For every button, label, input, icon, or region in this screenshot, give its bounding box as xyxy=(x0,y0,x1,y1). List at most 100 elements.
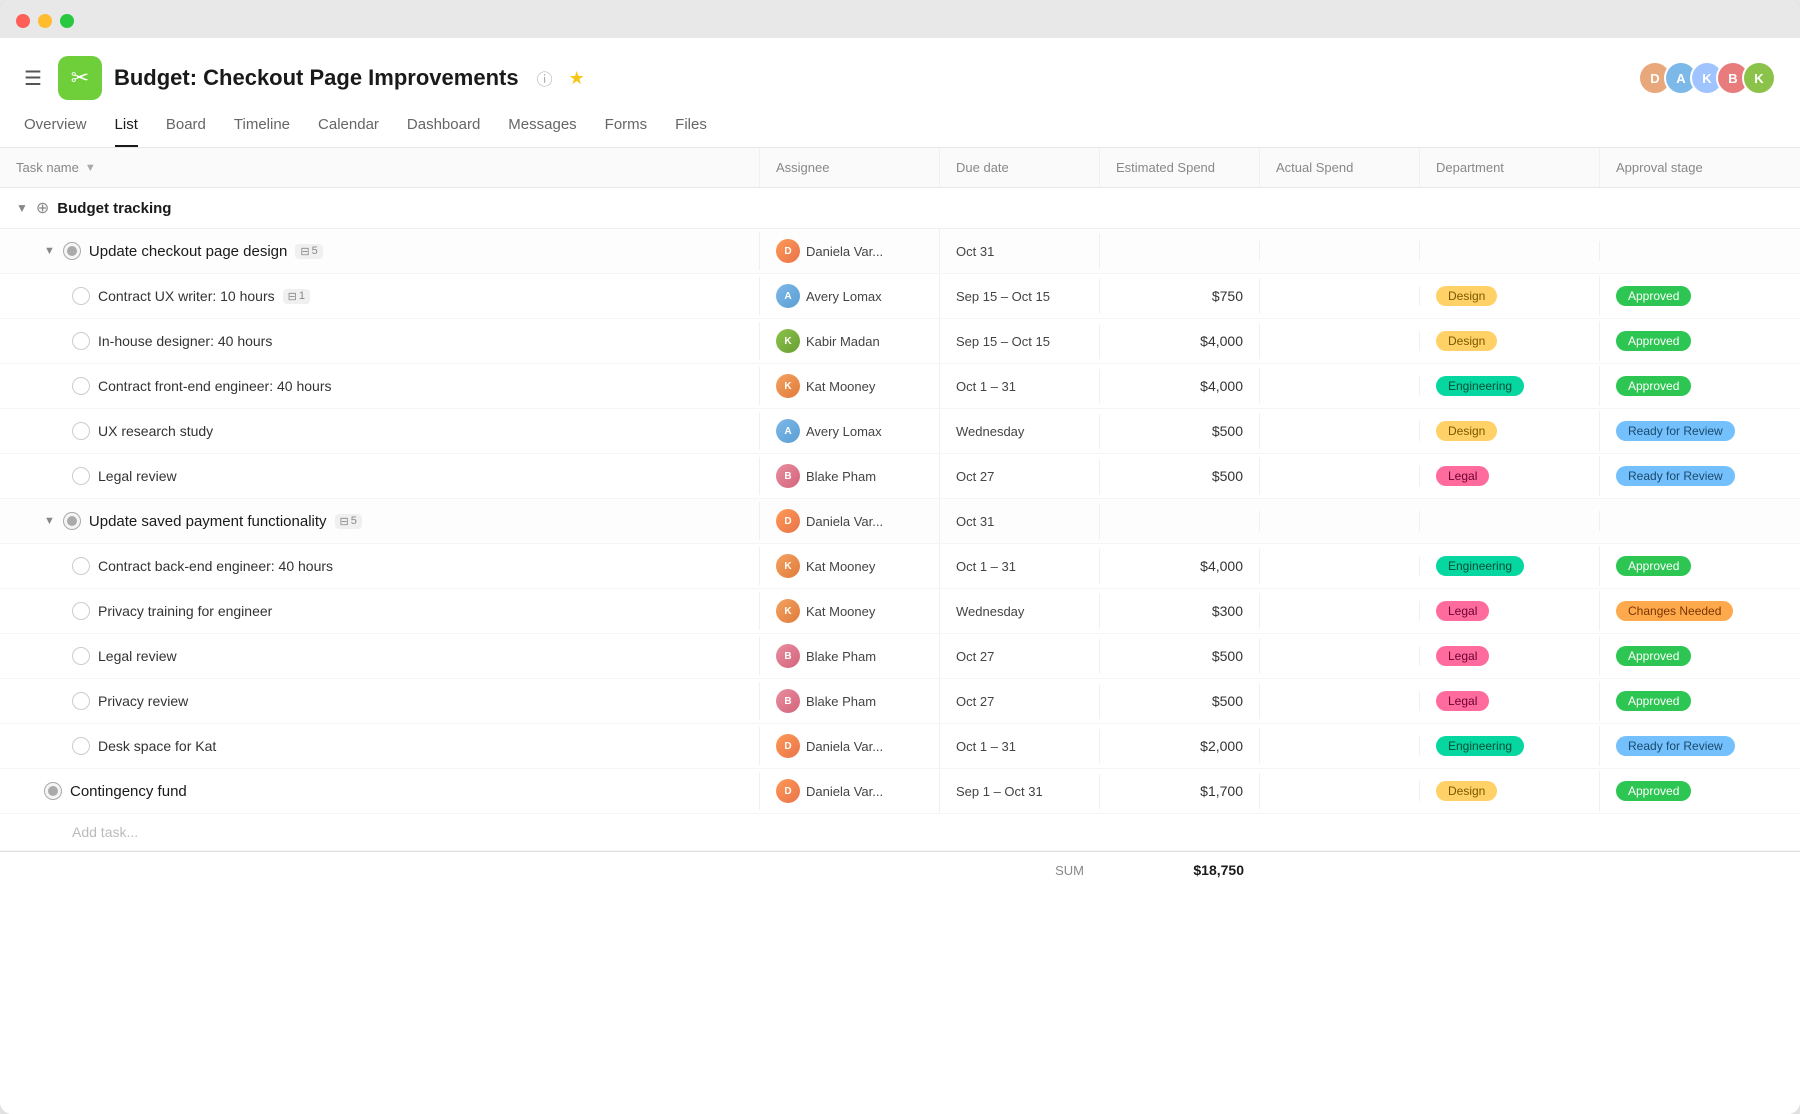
approval-cell: Ready for Review xyxy=(1600,456,1800,496)
table-row: Contract front-end engineer: 40 hours K … xyxy=(0,364,1800,409)
approval-badge: Ready for Review xyxy=(1616,421,1735,441)
group-row-update-payment: ▼ Update saved payment functionality ⊟ 5… xyxy=(0,499,1800,544)
task-check[interactable] xyxy=(72,422,90,440)
group-chevron-icon[interactable]: ▼ xyxy=(44,245,55,257)
task-name-text: Contract back-end engineer: 40 hours xyxy=(98,558,333,574)
avatar: K xyxy=(776,374,800,398)
group-name-text: Update saved payment functionality xyxy=(89,513,327,530)
chevron-down-icon[interactable]: ▼ xyxy=(85,162,96,174)
estimated-spend-cell: $4,000 xyxy=(1100,323,1260,359)
avatar: A xyxy=(776,419,800,443)
avatar: K xyxy=(1742,61,1776,95)
assignee-name: Kat Mooney xyxy=(806,604,875,619)
due-date-cell: Oct 1 – 31 xyxy=(940,369,1100,404)
assignee-cell: K Kabir Madan xyxy=(760,319,940,363)
main-content: Task name ▼ Assignee Due date Estimated … xyxy=(0,148,1800,1114)
group-chevron-icon[interactable]: ▼ xyxy=(44,515,55,527)
estimated-spend-cell: $4,000 xyxy=(1100,368,1260,404)
assignee-cell: D Daniela Var... xyxy=(760,724,940,768)
assignee: B Blake Pham xyxy=(776,644,876,668)
assignee: A Avery Lomax xyxy=(776,419,882,443)
task-check[interactable] xyxy=(72,647,90,665)
tab-dashboard[interactable]: Dashboard xyxy=(407,116,480,147)
section-chevron-icon[interactable]: ▼ xyxy=(16,201,28,215)
subtask-badge: ⊟ 5 xyxy=(335,514,362,529)
approval-badge: Approved xyxy=(1616,646,1691,666)
subtask-count: 5 xyxy=(351,515,357,527)
dept-badge: Design xyxy=(1436,421,1497,441)
table-container: Task name ▼ Assignee Due date Estimated … xyxy=(0,148,1800,888)
due-date: Oct 1 – 31 xyxy=(956,559,1016,574)
estimated-spend-cell: $500 xyxy=(1100,458,1260,494)
task-check[interactable] xyxy=(72,557,90,575)
dept-badge: Engineering xyxy=(1436,376,1524,396)
tab-overview[interactable]: Overview xyxy=(24,116,87,147)
info-icon[interactable]: ⓘ xyxy=(537,66,553,90)
tab-calendar[interactable]: Calendar xyxy=(318,116,379,147)
dept-badge: Design xyxy=(1436,331,1497,351)
department-cell: Engineering xyxy=(1420,546,1600,586)
due-date: Wednesday xyxy=(956,604,1024,619)
assignee: D Daniela Var... xyxy=(776,734,883,758)
dept-badge: Legal xyxy=(1436,601,1489,621)
approval-badge: Ready for Review xyxy=(1616,466,1735,486)
col-assignee: Assignee xyxy=(760,148,940,187)
approval-cell: Ready for Review xyxy=(1600,411,1800,451)
approval-cell: Approved xyxy=(1600,546,1800,586)
group-assignee-cell: D Daniela Var... xyxy=(760,229,940,273)
tab-timeline[interactable]: Timeline xyxy=(234,116,290,147)
task-name-text: UX research study xyxy=(98,423,213,439)
approval-badge: Changes Needed xyxy=(1616,601,1733,621)
assignee-cell: B Blake Pham xyxy=(760,454,940,498)
task-name-cell: Contract UX writer: 10 hours ⊟ 1 xyxy=(0,277,760,315)
close-button[interactable] xyxy=(16,14,30,28)
task-check[interactable] xyxy=(72,377,90,395)
task-name-text: Legal review xyxy=(98,648,177,664)
tab-messages[interactable]: Messages xyxy=(508,116,576,147)
task-check[interactable] xyxy=(72,737,90,755)
task-name-text: Legal review xyxy=(98,468,177,484)
task-check[interactable] xyxy=(72,602,90,620)
task-check[interactable] xyxy=(72,287,90,305)
assignee: B Blake Pham xyxy=(776,464,876,488)
col-due-date: Due date xyxy=(940,148,1100,187)
department-cell: Engineering xyxy=(1420,366,1600,406)
task-check-contingency[interactable] xyxy=(44,782,62,800)
task-check[interactable] xyxy=(72,467,90,485)
task-check-update-payment[interactable] xyxy=(63,512,81,530)
approval-badge: Approved xyxy=(1616,691,1691,711)
group-approval-cell xyxy=(1600,241,1800,261)
group-assignee-cell: D Daniela Var... xyxy=(760,499,940,543)
task-name-text: Contract front-end engineer: 40 hours xyxy=(98,378,331,394)
group-estimated-cell xyxy=(1100,511,1260,531)
assignee: D Daniela Var... xyxy=(776,779,883,803)
tab-list[interactable]: List xyxy=(115,116,138,147)
group-dept-cell xyxy=(1420,511,1600,531)
task-name-text: Privacy training for engineer xyxy=(98,603,272,619)
task-check-update-checkout[interactable] xyxy=(63,242,81,260)
avatar: K xyxy=(776,599,800,623)
avatar: D xyxy=(776,734,800,758)
assignee-name: Kat Mooney xyxy=(806,559,875,574)
task-name-cell: Contract back-end engineer: 40 hours xyxy=(0,547,760,585)
table-row: Legal review B Blake Pham Oct 27 $500 Le… xyxy=(0,634,1800,679)
due-date-cell: Oct 27 xyxy=(940,684,1100,719)
actual-spend-cell xyxy=(1260,331,1420,351)
star-icon[interactable]: ★ xyxy=(569,68,585,89)
task-name-text: Contingency fund xyxy=(70,783,187,800)
tab-files[interactable]: Files xyxy=(675,116,707,147)
subtask-count: 5 xyxy=(312,245,318,257)
assignee: A Avery Lomax xyxy=(776,284,882,308)
task-check[interactable] xyxy=(72,692,90,710)
task-name-text: In-house designer: 40 hours xyxy=(98,333,272,349)
task-check[interactable] xyxy=(72,332,90,350)
col-task-label: Task name xyxy=(16,160,79,175)
tab-forms[interactable]: Forms xyxy=(605,116,648,147)
tab-board[interactable]: Board xyxy=(166,116,206,147)
minimize-button[interactable] xyxy=(38,14,52,28)
maximize-button[interactable] xyxy=(60,14,74,28)
menu-icon[interactable]: ☰ xyxy=(24,66,42,91)
approval-badge: Approved xyxy=(1616,286,1691,306)
due-date: Wednesday xyxy=(956,424,1024,439)
add-task-row[interactable]: Add task... xyxy=(0,814,1800,851)
